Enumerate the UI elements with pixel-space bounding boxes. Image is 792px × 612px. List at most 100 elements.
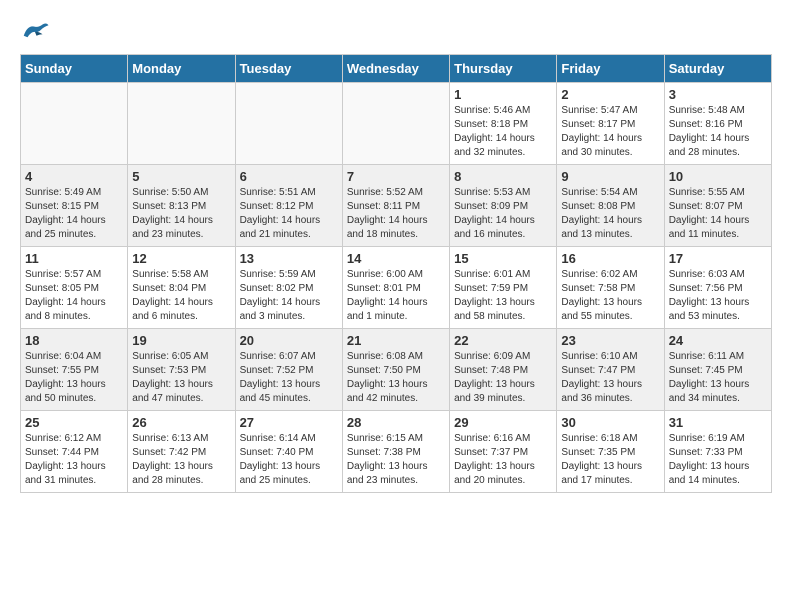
day-number: 19 <box>132 333 230 348</box>
weekday-header-sunday: Sunday <box>21 55 128 83</box>
day-info: Sunrise: 6:09 AM Sunset: 7:48 PM Dayligh… <box>454 350 552 406</box>
day-info: Sunrise: 6:07 AM Sunset: 7:52 PM Dayligh… <box>240 350 338 406</box>
calendar-cell: 28 Sunrise: 6:15 AM Sunset: 7:38 PM Dayli… <box>342 411 449 493</box>
day-info: Sunrise: 6:12 AM Sunset: 7:44 PM Dayligh… <box>25 432 123 488</box>
day-number: 31 <box>669 415 767 430</box>
day-number: 10 <box>669 169 767 184</box>
calendar-cell: 10 Sunrise: 5:55 AM Sunset: 8:07 PM Dayli… <box>664 165 771 247</box>
day-info: Sunrise: 5:52 AM Sunset: 8:11 PM Dayligh… <box>347 186 445 242</box>
day-info: Sunrise: 6:02 AM Sunset: 7:58 PM Dayligh… <box>561 268 659 324</box>
day-number: 21 <box>347 333 445 348</box>
day-number: 14 <box>347 251 445 266</box>
logo <box>20 20 54 44</box>
calendar-cell: 23Sunrise: 6:10 AM Sunset: 7:47 PM Dayli… <box>557 329 664 411</box>
day-info: Sunrise: 6:18 AM Sunset: 7:35 PM Dayligh… <box>561 432 659 488</box>
day-info: Sunrise: 5:48 AM Sunset: 8:16 PM Dayligh… <box>669 104 767 160</box>
day-info: Sunrise: 5:50 AM Sunset: 8:13 PM Dayligh… <box>132 186 230 242</box>
day-number: 15 <box>454 251 552 266</box>
day-number: 18 <box>25 333 123 348</box>
calendar-cell <box>342 83 449 165</box>
day-info: Sunrise: 5:47 AM Sunset: 8:17 PM Dayligh… <box>561 104 659 160</box>
day-number: 23 <box>561 333 659 348</box>
day-number: 28 <box>347 415 445 430</box>
day-info: Sunrise: 6:11 AM Sunset: 7:45 PM Dayligh… <box>669 350 767 406</box>
calendar-cell: 11 Sunrise: 5:57 AM Sunset: 8:05 PM Dayli… <box>21 247 128 329</box>
day-info: Sunrise: 6:14 AM Sunset: 7:40 PM Dayligh… <box>240 432 338 488</box>
calendar-cell: 4 Sunrise: 5:49 AM Sunset: 8:15 PM Daylig… <box>21 165 128 247</box>
weekday-header-tuesday: Tuesday <box>235 55 342 83</box>
day-info: Sunrise: 6:05 AM Sunset: 7:53 PM Dayligh… <box>132 350 230 406</box>
day-number: 27 <box>240 415 338 430</box>
calendar-week-row: 11 Sunrise: 5:57 AM Sunset: 8:05 PM Dayli… <box>21 247 772 329</box>
day-info: Sunrise: 6:03 AM Sunset: 7:56 PM Dayligh… <box>669 268 767 324</box>
calendar-cell: 25 Sunrise: 6:12 AM Sunset: 7:44 PM Dayli… <box>21 411 128 493</box>
calendar-cell: 14Sunrise: 6:00 AM Sunset: 8:01 PM Dayli… <box>342 247 449 329</box>
day-info: Sunrise: 5:49 AM Sunset: 8:15 PM Dayligh… <box>25 186 123 242</box>
calendar-cell: 7 Sunrise: 5:52 AM Sunset: 8:11 PM Daylig… <box>342 165 449 247</box>
day-info: Sunrise: 6:04 AM Sunset: 7:55 PM Dayligh… <box>25 350 123 406</box>
weekday-header-wednesday: Wednesday <box>342 55 449 83</box>
day-number: 30 <box>561 415 659 430</box>
calendar-cell: 24 Sunrise: 6:11 AM Sunset: 7:45 PM Dayli… <box>664 329 771 411</box>
calendar-cell: 21 Sunrise: 6:08 AM Sunset: 7:50 PM Dayli… <box>342 329 449 411</box>
calendar-cell: 9Sunrise: 5:54 AM Sunset: 8:08 PM Daylig… <box>557 165 664 247</box>
day-number: 4 <box>25 169 123 184</box>
day-number: 12 <box>132 251 230 266</box>
day-number: 6 <box>240 169 338 184</box>
weekday-header-saturday: Saturday <box>664 55 771 83</box>
day-info: Sunrise: 5:59 AM Sunset: 8:02 PM Dayligh… <box>240 268 338 324</box>
day-info: Sunrise: 5:55 AM Sunset: 8:07 PM Dayligh… <box>669 186 767 242</box>
weekday-header-friday: Friday <box>557 55 664 83</box>
calendar-week-row: 1 Sunrise: 5:46 AM Sunset: 8:18 PM Daylig… <box>21 83 772 165</box>
day-info: Sunrise: 5:53 AM Sunset: 8:09 PM Dayligh… <box>454 186 552 242</box>
day-number: 1 <box>454 87 552 102</box>
calendar-cell: 2 Sunrise: 5:47 AM Sunset: 8:17 PM Daylig… <box>557 83 664 165</box>
calendar-week-row: 25 Sunrise: 6:12 AM Sunset: 7:44 PM Dayli… <box>21 411 772 493</box>
day-number: 2 <box>561 87 659 102</box>
calendar-cell: 8 Sunrise: 5:53 AM Sunset: 8:09 PM Daylig… <box>450 165 557 247</box>
calendar-cell: 18 Sunrise: 6:04 AM Sunset: 7:55 PM Dayli… <box>21 329 128 411</box>
calendar-cell <box>235 83 342 165</box>
day-info: Sunrise: 5:58 AM Sunset: 8:04 PM Dayligh… <box>132 268 230 324</box>
day-info: Sunrise: 5:46 AM Sunset: 8:18 PM Dayligh… <box>454 104 552 160</box>
day-info: Sunrise: 5:51 AM Sunset: 8:12 PM Dayligh… <box>240 186 338 242</box>
calendar-cell: 5 Sunrise: 5:50 AM Sunset: 8:13 PM Daylig… <box>128 165 235 247</box>
calendar-cell <box>128 83 235 165</box>
day-number: 20 <box>240 333 338 348</box>
calendar-week-row: 4 Sunrise: 5:49 AM Sunset: 8:15 PM Daylig… <box>21 165 772 247</box>
day-number: 8 <box>454 169 552 184</box>
calendar-cell: 13 Sunrise: 5:59 AM Sunset: 8:02 PM Dayli… <box>235 247 342 329</box>
day-number: 26 <box>132 415 230 430</box>
calendar-cell: 15Sunrise: 6:01 AM Sunset: 7:59 PM Dayli… <box>450 247 557 329</box>
calendar-cell: 30 Sunrise: 6:18 AM Sunset: 7:35 PM Dayli… <box>557 411 664 493</box>
calendar-cell: 22 Sunrise: 6:09 AM Sunset: 7:48 PM Dayli… <box>450 329 557 411</box>
day-number: 3 <box>669 87 767 102</box>
logo-bird-icon <box>20 20 50 44</box>
day-number: 17 <box>669 251 767 266</box>
weekday-header-thursday: Thursday <box>450 55 557 83</box>
calendar-week-row: 18 Sunrise: 6:04 AM Sunset: 7:55 PM Dayli… <box>21 329 772 411</box>
day-info: Sunrise: 5:57 AM Sunset: 8:05 PM Dayligh… <box>25 268 123 324</box>
day-number: 7 <box>347 169 445 184</box>
calendar-cell: 12 Sunrise: 5:58 AM Sunset: 8:04 PM Dayli… <box>128 247 235 329</box>
day-number: 24 <box>669 333 767 348</box>
calendar-cell: 16Sunrise: 6:02 AM Sunset: 7:58 PM Dayli… <box>557 247 664 329</box>
calendar-cell: 17 Sunrise: 6:03 AM Sunset: 7:56 PM Dayli… <box>664 247 771 329</box>
day-info: Sunrise: 6:15 AM Sunset: 7:38 PM Dayligh… <box>347 432 445 488</box>
day-number: 13 <box>240 251 338 266</box>
calendar-cell: 26 Sunrise: 6:13 AM Sunset: 7:42 PM Dayli… <box>128 411 235 493</box>
day-number: 29 <box>454 415 552 430</box>
calendar-cell: 29 Sunrise: 6:16 AM Sunset: 7:37 PM Dayli… <box>450 411 557 493</box>
calendar-cell: 27 Sunrise: 6:14 AM Sunset: 7:40 PM Dayli… <box>235 411 342 493</box>
calendar-cell: 19 Sunrise: 6:05 AM Sunset: 7:53 PM Dayli… <box>128 329 235 411</box>
day-number: 5 <box>132 169 230 184</box>
day-info: Sunrise: 6:16 AM Sunset: 7:37 PM Dayligh… <box>454 432 552 488</box>
day-info: Sunrise: 6:13 AM Sunset: 7:42 PM Dayligh… <box>132 432 230 488</box>
day-number: 25 <box>25 415 123 430</box>
calendar-cell: 31 Sunrise: 6:19 AM Sunset: 7:33 PM Dayli… <box>664 411 771 493</box>
day-number: 11 <box>25 251 123 266</box>
day-number: 22 <box>454 333 552 348</box>
calendar-cell: 6 Sunrise: 5:51 AM Sunset: 8:12 PM Daylig… <box>235 165 342 247</box>
day-info: Sunrise: 6:19 AM Sunset: 7:33 PM Dayligh… <box>669 432 767 488</box>
day-info: Sunrise: 6:08 AM Sunset: 7:50 PM Dayligh… <box>347 350 445 406</box>
